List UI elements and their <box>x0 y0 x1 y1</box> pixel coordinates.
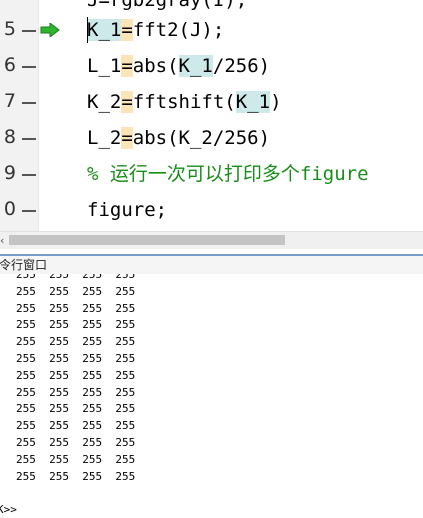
output-row: 255 255 255 255 <box>16 402 136 416</box>
code-editor[interactable]: J=rgb2gray(I); K_1=fft2(J); L_1=abs(K_1/2… <box>0 0 423 231</box>
line-number: 0 <box>3 198 16 220</box>
variable-highlight: K_1 <box>87 19 122 41</box>
breakpoint-dash[interactable] <box>22 30 36 32</box>
code-analyzer-marker: = <box>121 55 133 77</box>
output-row: 255 255 255 255 <box>16 452 136 466</box>
code-token: fftshift( <box>132 91 236 113</box>
command-prompt[interactable]: K>> <box>0 503 17 517</box>
line-number: 8 <box>3 126 16 148</box>
output-row: 255 255 255 255 <box>16 419 136 433</box>
code-token: K_2 <box>87 91 122 113</box>
code-line[interactable]: L_2=abs(K_2/256) <box>87 127 270 149</box>
output-row: 255 255 255 255 <box>16 274 136 281</box>
command-window-title: 令行窗口 <box>0 258 48 272</box>
code-line[interactable]: K_2=fftshift(K_1) <box>87 91 282 113</box>
code-token: fft2(J); <box>132 19 225 41</box>
command-window[interactable]: 255 255 255 255 255 255 255 255 255 255 25… <box>0 274 423 518</box>
code-analyzer-marker: = <box>121 127 133 149</box>
execution-arrow-icon <box>40 23 60 37</box>
code-token: abs( <box>132 55 179 77</box>
breakpoint-dash[interactable] <box>22 66 36 68</box>
command-output: 255 255 255 255 255 255 255 255 255 255 25… <box>16 274 135 485</box>
code-analyzer-marker: = <box>121 91 133 113</box>
output-row: 255 255 255 255 <box>16 435 136 449</box>
output-row: 255 255 255 255 <box>16 351 136 365</box>
output-row: 255 255 255 255 <box>16 469 136 483</box>
output-row: 255 255 255 255 <box>16 284 136 298</box>
code-line[interactable]: % 运行一次可以打印多个figure <box>87 163 369 185</box>
code-token: /256) <box>212 55 271 77</box>
code-token: L_1 <box>87 55 122 77</box>
breakpoint-dash[interactable] <box>22 102 36 104</box>
code-token: ) <box>270 91 282 113</box>
scrollbar-thumb[interactable] <box>9 235 285 245</box>
output-row: 255 255 255 255 <box>16 368 136 382</box>
code-line[interactable]: figure; <box>87 199 167 221</box>
code-line[interactable]: L_1=abs(K_1/256) <box>87 55 270 77</box>
breakpoint-dash[interactable] <box>22 174 36 176</box>
code-token: L_2 <box>87 127 122 149</box>
horizontal-scrollbar[interactable]: ‹ <box>0 231 423 249</box>
breakpoint-dash[interactable] <box>22 138 36 140</box>
variable-highlight: K_1 <box>178 55 213 77</box>
output-row: 255 255 255 255 <box>16 301 136 315</box>
line-number: 6 <box>3 54 16 76</box>
output-row: 255 255 255 255 <box>16 335 136 349</box>
variable-highlight: K_1 <box>235 91 271 113</box>
code-line[interactable]: K_1=fft2(J); <box>87 19 224 41</box>
line-number: 5 <box>3 18 16 40</box>
code-token: figure; <box>87 199 168 221</box>
breakpoint-dash[interactable] <box>22 210 36 212</box>
command-window-titlebar[interactable]: 令行窗口 <box>0 254 423 276</box>
code-token: abs(K_2/256) <box>132 127 271 149</box>
line-number: 9 <box>3 162 16 184</box>
code-analyzer-marker: = <box>121 19 133 41</box>
output-row: 255 255 255 255 <box>16 385 136 399</box>
text-caret <box>87 17 88 43</box>
scroll-left-icon[interactable]: ‹ <box>0 235 7 246</box>
output-row: 255 255 255 255 <box>16 318 136 332</box>
line-number: 7 <box>3 90 16 112</box>
code-comment: % 运行一次可以打印多个figure <box>87 163 369 185</box>
code-line-partial: J=rgb2gray(I); <box>87 0 248 11</box>
gutter-divider <box>38 0 39 231</box>
